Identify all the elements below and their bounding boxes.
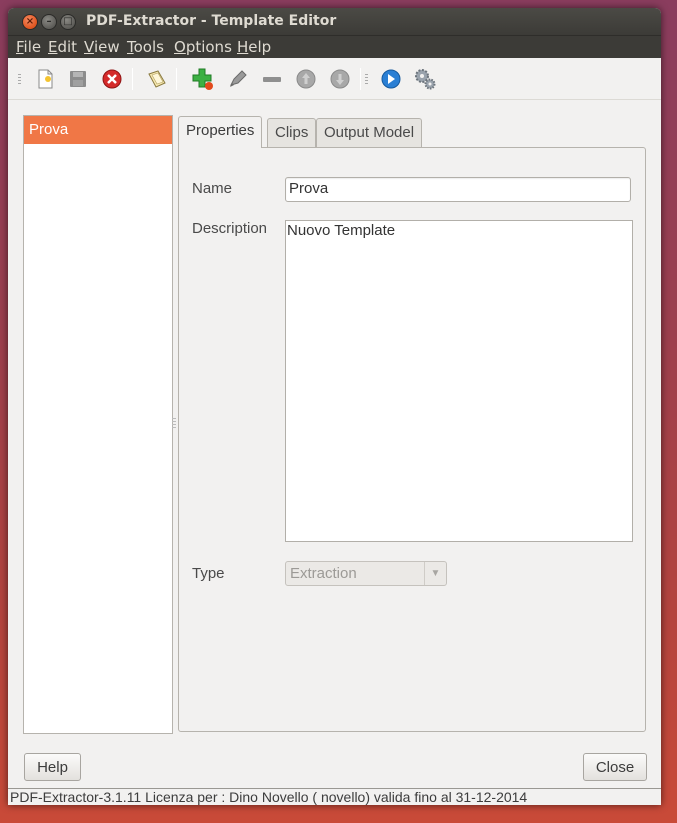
menu-tools[interactable]: Tools [127, 38, 164, 56]
toolbar-separator [132, 68, 133, 90]
type-select-value: Extraction [290, 565, 357, 582]
delete-icon[interactable] [99, 66, 125, 92]
window-close-button[interactable]: × [22, 14, 38, 30]
toolbar-separator [360, 68, 361, 90]
menu-bar: File Edit View Tools Options Help [8, 36, 661, 58]
toolbar-separator [176, 68, 177, 90]
toolbar [8, 58, 661, 100]
chevron-down-icon: ▼ [424, 562, 446, 585]
menu-options[interactable]: Options [174, 38, 232, 56]
toolbar-grip[interactable] [365, 74, 368, 84]
type-label: Type [192, 565, 225, 582]
remove-icon[interactable] [259, 66, 285, 92]
settings-icon[interactable] [412, 66, 438, 92]
window-minimize-button[interactable]: – [41, 14, 57, 30]
help-button[interactable]: Help [24, 753, 81, 781]
name-label: Name [192, 180, 233, 197]
new-template-icon[interactable] [32, 66, 58, 92]
menu-view[interactable]: View [84, 38, 120, 56]
description-textarea[interactable]: Nuovo Template [285, 220, 633, 542]
template-list[interactable]: Prova [23, 115, 173, 734]
run-icon[interactable] [378, 66, 404, 92]
description-label: Description [192, 220, 268, 237]
edit-clip-icon[interactable] [225, 66, 251, 92]
menu-edit[interactable]: Edit [48, 38, 77, 56]
toolbar-grip[interactable] [18, 74, 21, 84]
title-bar[interactable]: × – □ PDF-Extractor - Template Editor [8, 8, 661, 36]
list-item[interactable]: Prova [24, 116, 172, 144]
add-clip-icon[interactable] [190, 66, 216, 92]
move-up-icon[interactable] [293, 66, 319, 92]
status-bar: PDF-Extractor-3.1.11 Licenza per : Dino … [8, 788, 661, 805]
type-select[interactable]: Extraction ▼ [285, 561, 447, 586]
move-down-icon[interactable] [327, 66, 353, 92]
tab-output-model[interactable]: Output Model [316, 118, 423, 147]
tab-clips[interactable]: Clips [267, 118, 317, 147]
menu-file[interactable]: File [16, 38, 41, 56]
splitter-handle[interactable] [172, 418, 176, 430]
window-maximize-button[interactable]: □ [60, 14, 76, 30]
window-title: PDF-Extractor - Template Editor [86, 13, 337, 29]
close-button[interactable]: Close [583, 753, 647, 781]
app-window: × – □ PDF-Extractor - Template Editor Fi… [8, 8, 661, 805]
save-icon[interactable] [65, 66, 91, 92]
name-field[interactable]: Prova [285, 177, 631, 202]
tab-properties[interactable]: Properties [178, 116, 263, 148]
properties-panel: Name Prova Description Nuovo Template Ty… [178, 147, 646, 732]
open-icon[interactable] [144, 66, 170, 92]
menu-help[interactable]: Help [237, 38, 271, 56]
